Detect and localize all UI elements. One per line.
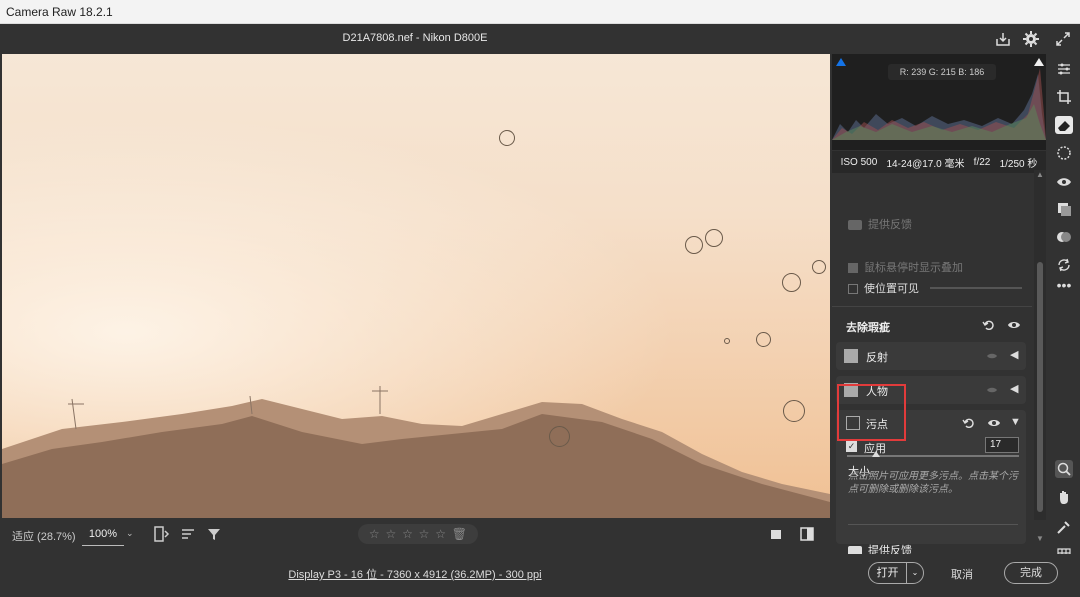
size-slider-knob[interactable] — [872, 451, 880, 457]
spot-marker[interactable] — [812, 260, 826, 274]
red-eye-icon[interactable] — [1055, 172, 1073, 190]
star-icon[interactable]: ☆ — [402, 527, 413, 541]
iso-value: ISO 500 — [840, 156, 878, 168]
size-input[interactable]: 17 — [985, 437, 1019, 453]
color-sampler-icon[interactable] — [1055, 518, 1073, 536]
window-title: Camera Raw 18.2.1 — [0, 0, 1080, 24]
chevron-down-icon[interactable]: ⌄ — [126, 528, 134, 539]
presets-icon[interactable] — [1055, 200, 1073, 218]
done-button[interactable]: 完成 — [1004, 562, 1058, 584]
gear-icon[interactable] — [1022, 30, 1040, 48]
lens-value: 14-24@17.0 毫米 — [886, 158, 965, 170]
divider — [848, 524, 1018, 525]
fullscreen-icon[interactable] — [1054, 30, 1072, 48]
chevron-down-icon[interactable]: ⌄ — [907, 563, 923, 583]
spot-marker[interactable] — [705, 229, 723, 247]
visualize-label: 使位置可见 — [864, 283, 919, 295]
aperture-value: f/22 — [973, 156, 991, 168]
tool-strip: ••• — [1048, 54, 1080, 562]
reflection-icon — [844, 349, 858, 363]
edit-sliders-icon[interactable] — [1055, 60, 1073, 78]
single-view-icon[interactable] — [767, 525, 785, 543]
before-after-icon[interactable] — [798, 525, 816, 543]
scroll-up-icon[interactable]: ▲ — [1036, 170, 1044, 179]
reflection-row[interactable]: 反射 ◀ — [836, 342, 1026, 370]
filename-label: D21A7808.nef - Nikon D800E — [342, 32, 488, 44]
reflection-label: 反射 — [866, 352, 888, 364]
show-overlay-label: 鼠标悬停时显示叠加 — [864, 262, 963, 274]
highlight-clip-icon[interactable] — [1034, 58, 1044, 66]
comment-icon — [848, 220, 862, 231]
mountain-silhouette — [2, 386, 830, 518]
checkbox-icon — [848, 284, 858, 295]
visualize-checkbox[interactable]: 使位置可见 — [848, 280, 919, 296]
eye-icon[interactable] — [986, 351, 998, 361]
star-icon[interactable]: ☆ — [369, 527, 380, 541]
crop-icon[interactable] — [1055, 88, 1073, 106]
spot-marker[interactable] — [549, 426, 570, 447]
image-canvas[interactable] — [2, 54, 830, 518]
open-button[interactable]: 打开 ⌄ — [868, 562, 924, 584]
section-title: 去除瑕疵 — [846, 322, 890, 334]
snapshot-icon[interactable] — [1055, 228, 1073, 246]
camera-raw-app: D21A7808.nef - Nikon D800E 适应 (28.7%) 10… — [0, 24, 1080, 597]
histogram: R: 239 G: 215 B: 186 — [832, 54, 1046, 150]
feedback-top-label: 提供反馈 — [868, 219, 912, 231]
sort-icon[interactable] — [179, 525, 197, 543]
zoom-select[interactable]: 100% — [82, 522, 124, 546]
hand-icon[interactable] — [1055, 488, 1073, 506]
star-icon[interactable]: ☆ — [419, 527, 430, 541]
show-overlay-checkbox[interactable]: 鼠标悬停时显示叠加 — [848, 259, 963, 275]
scroll-down-icon[interactable]: ▼ — [1036, 534, 1044, 543]
help-text: 点击照片可应用更多污点。点击某个污点可删除或删除该污点。 — [848, 471, 1018, 495]
more-options-icon[interactable]: ••• — [1055, 278, 1073, 296]
open-button-label: 打开 — [869, 563, 907, 583]
highlight-box — [837, 384, 906, 441]
expand-arrow-icon[interactable]: ▼ — [1010, 416, 1021, 428]
filmstrip-icon[interactable] — [152, 525, 170, 543]
filter-icon[interactable] — [205, 525, 223, 543]
collapse-arrow-icon[interactable]: ◀ — [1010, 348, 1018, 361]
sync-icon[interactable] — [1055, 256, 1073, 274]
feedback-top-link[interactable]: 提供反馈 — [848, 216, 912, 232]
rating-stars[interactable]: ☆ ☆ ☆ ☆ ☆ 🗑 — [358, 524, 478, 544]
shutter-value: 1/250 秒 — [999, 158, 1038, 170]
mask-icon[interactable] — [1055, 144, 1073, 162]
eraser-icon[interactable] — [1055, 116, 1073, 134]
cancel-button[interactable]: 取消 — [940, 566, 984, 582]
exif-bar: ISO 500 14-24@17.0 毫米 f/22 1/250 秒 — [832, 151, 1046, 173]
rgb-readout: R: 239 G: 215 B: 186 — [888, 64, 996, 80]
top-bar: D21A7808.nef - Nikon D800E — [0, 24, 1080, 54]
eye-icon[interactable] — [1007, 319, 1021, 331]
spot-marker[interactable] — [499, 130, 515, 146]
fit-zoom-button[interactable]: 适应 (28.7%) — [12, 528, 76, 544]
spot-marker[interactable] — [685, 236, 703, 254]
eye-icon[interactable] — [987, 417, 1001, 429]
apply-checkbox[interactable]: ✓ — [846, 441, 857, 452]
footer-bar: Display P3 - 16 位 - 7360 x 4912 (36.2MP)… — [0, 554, 1080, 597]
collapse-arrow-icon[interactable]: ◀ — [1010, 382, 1018, 395]
workflow-options-link[interactable]: Display P3 - 16 位 - 7360 x 4912 (36.2MP)… — [0, 566, 830, 582]
reset-icon[interactable] — [962, 417, 976, 429]
spot-marker[interactable] — [756, 332, 771, 347]
view-toolbar: 适应 (28.7%) 100% ⌄ ☆ ☆ ☆ ☆ ☆ 🗑 — [2, 519, 830, 549]
checkbox-icon — [848, 263, 858, 274]
star-icon[interactable]: ☆ — [435, 527, 446, 541]
shadow-clip-icon[interactable] — [836, 58, 846, 66]
spot-marker[interactable] — [724, 338, 730, 344]
zoom-icon[interactable] — [1055, 460, 1073, 478]
reset-icon[interactable] — [982, 319, 996, 331]
save-image-icon[interactable] — [994, 30, 1012, 48]
star-icon[interactable]: ☆ — [385, 527, 396, 541]
scroll-thumb[interactable] — [1037, 262, 1043, 512]
spot-marker[interactable] — [782, 273, 801, 292]
eye-icon[interactable] — [986, 385, 998, 395]
panel-scrollbar[interactable]: ▲ ▼ — [1034, 170, 1046, 543]
trash-icon[interactable]: 🗑 — [452, 527, 467, 541]
visualize-slider[interactable] — [930, 287, 1022, 289]
divider — [832, 306, 1032, 307]
spot-marker[interactable] — [783, 400, 805, 422]
